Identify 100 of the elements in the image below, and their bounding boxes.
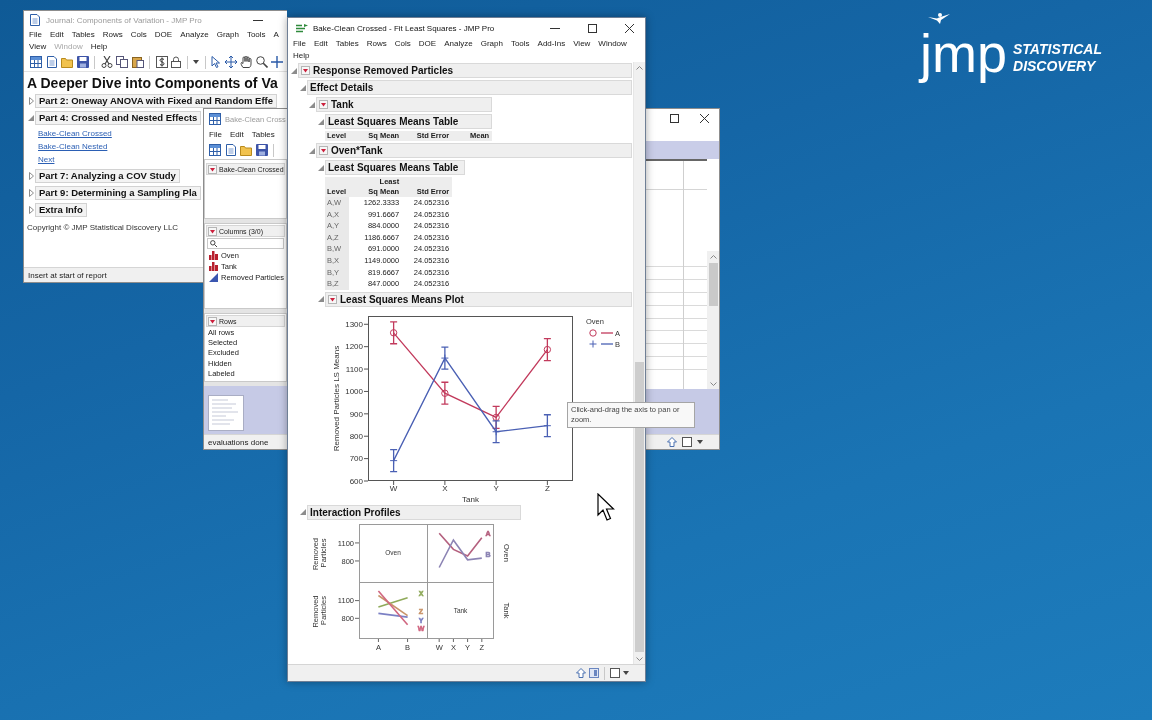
menu-item[interactable]: Cols <box>390 38 415 50</box>
crosshair-icon[interactable] <box>271 56 283 68</box>
close-icon <box>624 23 634 33</box>
outline-header[interactable]: Part 2: Oneway ANOVA with Fixed and Random Effe <box>35 94 278 108</box>
outline-header[interactable]: Least Squares Means Table <box>325 114 493 129</box>
table-icon[interactable] <box>30 56 42 68</box>
logo-tagline: DISCOVERY <box>1013 58 1097 76</box>
outline-header[interactable]: Tank <box>316 97 493 112</box>
caret-icon[interactable] <box>193 60 199 64</box>
menu-item[interactable]: File <box>25 29 46 41</box>
disclosure-icon[interactable] <box>299 84 306 91</box>
link[interactable]: Bake-Clean Nested <box>38 140 108 153</box>
hand-icon[interactable] <box>240 56 252 68</box>
disclosure-icon[interactable] <box>290 67 297 74</box>
menu-item[interactable]: Rows <box>362 38 391 50</box>
move-icon[interactable] <box>224 56 237 68</box>
menu-item[interactable]: Graph <box>476 38 507 50</box>
menu-item[interactable]: Cols <box>126 29 151 41</box>
clipboard-icon[interactable] <box>131 56 144 68</box>
outline-header[interactable]: Response Removed Particles <box>298 63 632 78</box>
dropdown-icon[interactable] <box>319 100 328 109</box>
menu-item[interactable]: Edit <box>45 29 68 41</box>
menu-item[interactable]: Tools <box>506 38 534 50</box>
chevron-down-icon[interactable] <box>636 657 643 661</box>
outline-header[interactable]: Part 4: Crossed and Nested Effects <box>35 111 202 125</box>
scrollbar-thumb[interactable] <box>708 263 718 306</box>
menu-item[interactable]: Window <box>594 38 631 50</box>
menu-item[interactable]: Analyze <box>440 38 477 50</box>
disclosure-icon[interactable] <box>317 118 324 125</box>
outline-header[interactable]: Part 7: Analyzing a COV Study <box>35 169 180 183</box>
menu-item[interactable]: File <box>289 38 310 50</box>
star-figure-icon <box>928 13 950 24</box>
menu-item[interactable]: Add-Ins <box>533 38 570 50</box>
save-icon[interactable] <box>255 144 268 156</box>
chevron-down-icon[interactable] <box>709 382 717 386</box>
outline-header[interactable]: Extra Info <box>35 203 87 217</box>
menu-item[interactable]: A <box>269 29 283 41</box>
disclosure-icon[interactable] <box>28 115 34 121</box>
dropdown-icon[interactable] <box>319 146 328 155</box>
document-icon[interactable] <box>45 56 58 68</box>
disclosure-icon[interactable] <box>28 206 34 214</box>
link[interactable]: Next <box>38 153 55 166</box>
menu-item[interactable]: Help <box>86 41 112 53</box>
disclosure-icon[interactable] <box>28 97 34 105</box>
outline-header[interactable]: Part 9: Determining a Sampling Pla <box>35 186 201 200</box>
copy-icon[interactable] <box>116 56 128 68</box>
lock-icon[interactable] <box>171 56 181 68</box>
menu-item[interactable]: Edit <box>309 38 332 50</box>
chevron-up-icon[interactable] <box>636 66 643 70</box>
chevron-up-icon[interactable] <box>709 255 717 259</box>
disclosure-icon[interactable] <box>317 164 324 171</box>
outline-header[interactable]: Least Squares Means Plot <box>325 291 632 307</box>
menu-item[interactable]: Tables <box>247 129 279 141</box>
menu-item[interactable]: DOE <box>150 29 177 41</box>
outline-header[interactable]: Oven*Tank <box>316 143 632 158</box>
scissors-icon[interactable] <box>100 56 113 68</box>
menu-item[interactable]: Help <box>289 50 314 62</box>
menu-item[interactable]: DOE <box>414 38 441 50</box>
menu-item[interactable]: Tables <box>331 38 363 50</box>
dropdown-icon[interactable] <box>328 294 337 304</box>
search-field[interactable] <box>207 238 284 249</box>
outline-header[interactable]: Interaction Profiles <box>307 504 521 520</box>
panel-icon[interactable] <box>589 668 599 678</box>
square-icon[interactable] <box>610 668 620 678</box>
square-icon[interactable] <box>682 437 692 447</box>
table-icon[interactable] <box>209 144 221 156</box>
caret-icon[interactable] <box>697 440 703 444</box>
report-thumbnail[interactable] <box>208 395 244 431</box>
caret-icon[interactable] <box>623 671 629 675</box>
menu-item[interactable]: File <box>205 129 226 141</box>
disclosure-icon[interactable] <box>299 509 306 516</box>
script-icon[interactable] <box>155 56 168 68</box>
menu-item[interactable]: Analyze <box>176 29 213 41</box>
dropdown-icon[interactable] <box>208 316 217 326</box>
disclosure-icon[interactable] <box>308 147 315 154</box>
outline-header[interactable]: Effect Details <box>307 80 632 95</box>
disclosure-icon[interactable] <box>317 296 324 303</box>
arrow-up-icon[interactable] <box>667 437 677 447</box>
disclosure-icon[interactable] <box>28 172 34 180</box>
disclosure-icon[interactable] <box>28 189 34 197</box>
link[interactable]: Bake-Clean Crossed <box>38 127 112 140</box>
menu-item[interactable]: Rows <box>98 29 127 41</box>
menu-item[interactable]: Tools <box>242 29 270 41</box>
dropdown-icon[interactable] <box>208 164 217 174</box>
folder-icon[interactable] <box>61 56 73 68</box>
menu-item[interactable]: Graph <box>212 29 243 41</box>
dropdown-icon[interactable] <box>301 66 310 75</box>
folder-icon[interactable] <box>240 144 252 156</box>
menu-item[interactable]: View <box>25 41 51 53</box>
save-icon[interactable] <box>76 56 89 68</box>
menu-item[interactable]: View <box>569 38 595 50</box>
menu-item[interactable]: Tables <box>67 29 99 41</box>
arrow-up-icon[interactable] <box>576 668 586 678</box>
document-icon[interactable] <box>224 144 237 156</box>
dropdown-icon[interactable] <box>208 226 217 236</box>
profile-line <box>438 538 483 569</box>
zoom-icon[interactable] <box>255 56 268 68</box>
menu-item[interactable]: Edit <box>225 129 248 141</box>
pointer-icon[interactable] <box>211 56 221 68</box>
outline-header[interactable]: Least Squares Means Table <box>325 160 466 175</box>
